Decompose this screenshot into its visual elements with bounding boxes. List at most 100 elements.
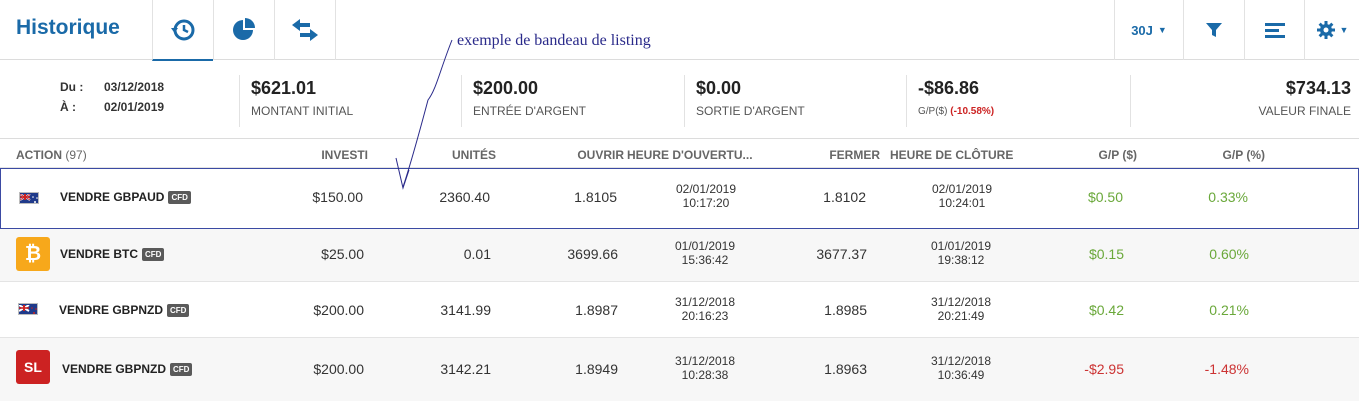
row-open-date: 01/01/2019 [674,239,736,253]
col-action[interactable]: ACTION (97) [16,148,87,162]
tab-chart[interactable] [213,0,274,60]
divider [1130,75,1131,127]
col-action-label: ACTION [16,148,62,162]
row-close-date: 31/12/2018 [930,295,992,309]
cash-in: $200.00 [473,78,539,98]
row-close: 1.8985 [824,302,867,318]
tab-transfer[interactable] [274,0,336,60]
filter-button[interactable] [1183,0,1244,60]
row-pnl-pct: 0.60% [1209,246,1249,262]
row-pnl-usd: $0.15 [1088,246,1124,262]
row-open-time: 15:36:42 [681,253,729,267]
cfd-badge: CFD [167,304,190,317]
row-open-time: 10:28:38 [681,368,729,382]
row-open-datetime: 01/01/2019 15:36:42 [650,239,760,267]
tab-history[interactable] [152,0,213,61]
divider [239,75,240,127]
row-close-date: 02/01/2019 [931,182,993,196]
col-units[interactable]: UNITÉS [452,148,496,162]
cash-out: $0.00 [696,78,742,98]
row-open-time: 20:16:23 [681,309,729,323]
row-close-datetime: 31/12/2018 20:21:49 [906,295,1016,323]
table-row[interactable]: VENDRE GBPNZD CFD $200.00 3141.99 1.8987 … [0,282,1359,338]
gb-nz-flag-icon [18,303,38,315]
row-open-date: 02/01/2019 [675,182,737,196]
row-close: 3677.37 [816,246,867,262]
history-icon [171,19,195,40]
row-action-label: VENDRE GBPAUD [60,190,165,204]
row-pnl-usd: $0.42 [1088,302,1124,318]
pie-chart-icon [233,18,255,40]
to-date: 02/01/2019 [104,100,165,114]
row-open-date: 31/12/2018 [674,354,736,368]
settings-button[interactable]: ▼ [1304,0,1359,60]
summary-band: Du : 03/12/2018 À : 02/01/2019 $621.01 M… [0,61,1359,139]
row-units: 0.01 [463,246,491,262]
pnl-percent: (-10.58%) [950,106,995,117]
cfd-badge: CFD [170,363,193,376]
row-close-date: 01/01/2019 [930,239,992,253]
table-row[interactable]: VENDRE GBPAUD CFD $150.00 2360.40 1.8105 … [0,168,1359,229]
divider [906,75,907,127]
from-date: 03/12/2018 [104,80,165,94]
row-open-time: 10:17:20 [682,196,730,210]
row-units: 3141.99 [440,302,491,318]
cash-out-label: SORTIE D'ARGENT [696,104,805,118]
row-close-time: 19:38:12 [937,253,985,267]
to-label: À : [60,100,76,114]
stop-loss-icon: SL [16,350,50,384]
gb-au-flag-icon [19,192,39,204]
col-action-count: (97) [65,148,87,162]
row-close: 1.8963 [824,361,867,377]
caret-down-icon: ▼ [1157,25,1167,35]
list-icon [1264,23,1285,38]
caret-down-icon: ▼ [1339,25,1349,35]
row-close: 1.8102 [823,189,866,205]
divider [461,75,462,127]
row-close-datetime: 01/01/2019 19:38:12 [906,239,1016,267]
header-bar: Historique exemple de bandeau de listing… [0,0,1359,61]
row-close-datetime: 02/01/2019 10:24:01 [907,182,1017,210]
row-pnl-usd: $0.50 [1087,189,1123,205]
row-action-label: VENDRE GBPNZD [59,303,164,317]
annotation-note: exemple de bandeau de listing [457,32,651,49]
table-header: ACTION (97) INVESTI UNITÉS OUVRIR HEURE … [0,140,1359,168]
final-value: $734.13 [1285,78,1351,98]
from-label: Du : [60,80,84,94]
initial-amount: $621.01 [251,78,317,98]
row-close-datetime: 31/12/2018 10:36:49 [906,354,1016,382]
cfd-badge: CFD [142,248,165,261]
list-view-button[interactable] [1244,0,1304,60]
col-close-time[interactable]: HEURE DE CLÔTURE [890,148,1013,162]
col-close[interactable]: FERMER [829,148,880,162]
row-action: VENDRE GBPNZD CFD [59,303,190,317]
col-pnl-pct[interactable]: G/P (%) [1223,148,1265,162]
row-invested: $150.00 [312,189,363,205]
row-invested: $25.00 [321,246,364,262]
row-units: 3142.21 [440,361,491,377]
bitcoin-icon: ₿ [16,237,50,271]
period-dropdown[interactable]: 30J ▼ [1114,0,1183,60]
table-row[interactable]: VENDRE BTC CFD $25.00 0.01 3699.66 01/01/… [0,229,1359,282]
cash-in-label: ENTRÉE D'ARGENT [473,104,586,118]
row-close-time: 10:36:49 [937,368,985,382]
page-title: Historique [16,16,120,39]
row-open: 1.8987 [575,302,618,318]
pnl-label-group: G/P($) (-10.58%) [918,106,994,117]
row-invested: $200.00 [313,361,364,377]
pnl-total: -$86.86 [918,78,980,98]
table-row[interactable]: VENDRE GBPNZD CFD $200.00 3142.21 1.8949 … [0,338,1359,401]
col-open-time[interactable]: HEURE D'OUVERTU... [627,148,753,162]
row-pnl-usd: -$2.95 [1084,361,1124,377]
row-close-time: 20:21:49 [937,309,985,323]
transfer-icon [292,19,318,41]
col-invested[interactable]: INVESTI [321,148,368,162]
row-pnl-pct: -1.48% [1204,361,1249,377]
pnl-label: G/P($) [918,106,948,117]
period-label: 30J [1131,22,1153,38]
row-action-label: VENDRE BTC [60,247,139,261]
row-open-datetime: 31/12/2018 10:28:38 [650,354,760,382]
row-action: VENDRE GBPNZD CFD [62,362,193,376]
col-pnl-usd[interactable]: G/P ($) [1099,148,1137,162]
col-open[interactable]: OUVRIR [577,148,624,162]
